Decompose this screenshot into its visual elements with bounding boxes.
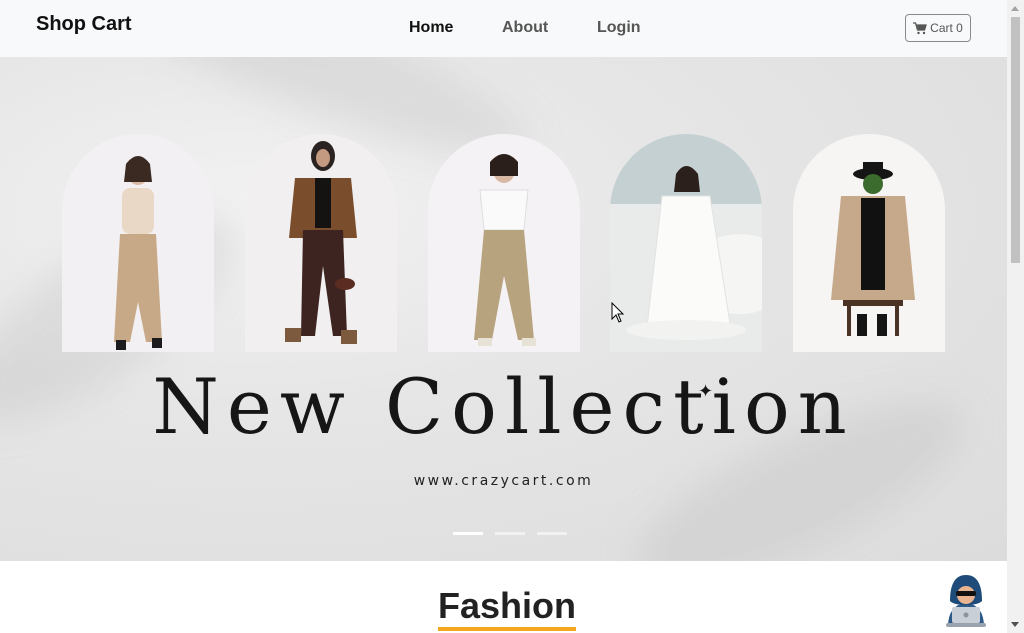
hero-carousel[interactable]: New Collection ✦ www.crazycart.com xyxy=(0,57,1007,561)
hero-title: New Collection xyxy=(152,362,855,451)
hero-url: www.crazycart.com xyxy=(413,473,594,489)
navbar: Shop Cart Home About Login Cart 0 xyxy=(0,0,1007,57)
model-white-dress-seated xyxy=(610,134,762,352)
hacker-avatar-icon[interactable] xyxy=(942,573,990,627)
carousel-indicator-1[interactable] xyxy=(453,532,483,535)
model-white-tee-cargo-pants xyxy=(428,134,580,352)
section-title-fashion: Fashion xyxy=(438,588,577,631)
cart-label: Cart 0 xyxy=(930,21,963,35)
mouse-cursor-icon xyxy=(611,302,625,323)
brand-logo[interactable]: Shop Cart xyxy=(36,13,132,36)
sparkle-icon: ✦ xyxy=(698,381,714,401)
scroll-up-arrow-icon[interactable] xyxy=(1011,6,1019,11)
vertical-scrollbar[interactable] xyxy=(1007,0,1024,633)
model-brown-leather-jacket xyxy=(245,134,397,352)
cart-icon xyxy=(913,21,928,34)
nav-link-home[interactable]: Home xyxy=(409,19,453,37)
model-trench-coat-hat xyxy=(793,134,945,352)
scrollbar-thumb[interactable] xyxy=(1011,17,1020,263)
scroll-down-arrow-icon[interactable] xyxy=(1011,622,1019,627)
cart-button[interactable]: Cart 0 xyxy=(905,14,971,42)
carousel-indicators xyxy=(453,532,567,535)
carousel-indicator-3[interactable] xyxy=(537,532,567,535)
nav-link-about[interactable]: About xyxy=(502,19,548,37)
carousel-indicator-2[interactable] xyxy=(495,532,525,535)
nav-link-login[interactable]: Login xyxy=(597,19,641,37)
model-beige-knit-dress xyxy=(62,134,214,352)
